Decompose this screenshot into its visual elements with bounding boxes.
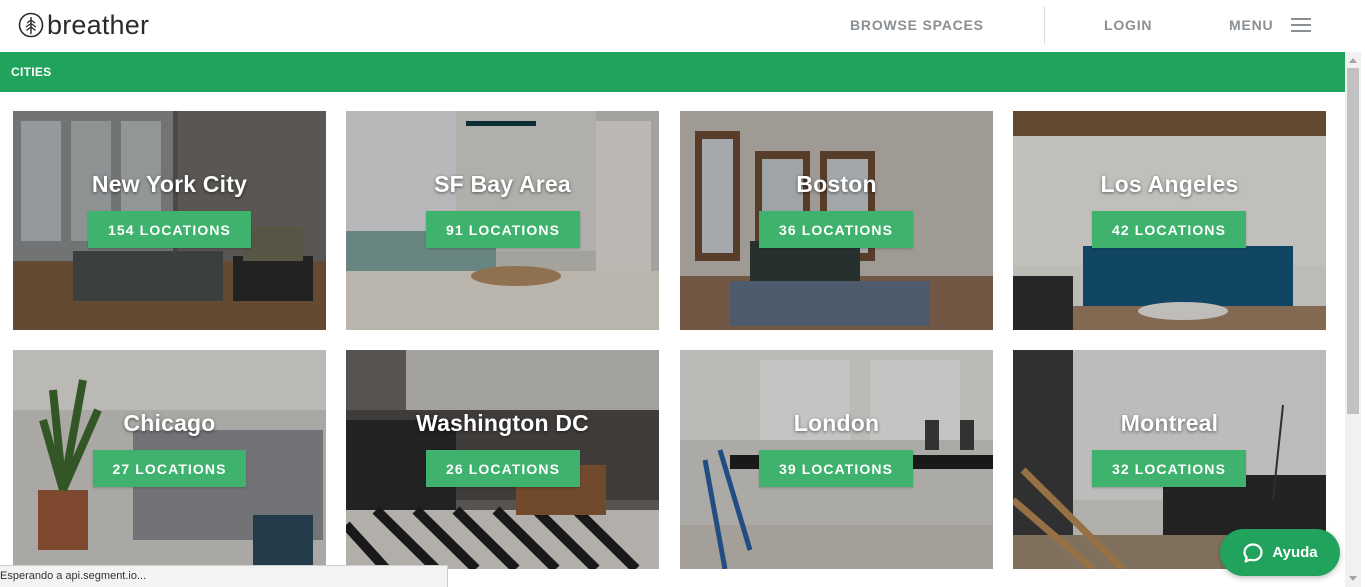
city-name: Washington DC xyxy=(416,410,589,436)
brand-name: breather xyxy=(47,10,150,40)
locations-button[interactable]: 36 LOCATIONS xyxy=(759,211,913,248)
city-card-washington-dc[interactable]: Washington DC 26 LOCATIONS xyxy=(346,350,659,569)
city-name: London xyxy=(793,410,880,436)
city-card-london[interactable]: London 39 LOCATIONS xyxy=(680,350,993,569)
chat-bubble-icon xyxy=(1243,542,1263,563)
nav-login[interactable]: LOGIN xyxy=(1104,17,1152,33)
locations-button[interactable]: 27 LOCATIONS xyxy=(93,450,246,487)
nav-menu-label: MENU xyxy=(1229,17,1274,33)
site-header: breather BROWSE SPACES LOGIN MENU xyxy=(0,0,1345,52)
city-name: Los Angeles xyxy=(1100,171,1239,197)
brand-logo[interactable]: breather xyxy=(18,10,149,40)
city-card-sf-bay-area[interactable]: SF Bay Area 91 LOCATIONS xyxy=(346,111,659,330)
city-card-los-angeles[interactable]: Los Angeles 42 LOCATIONS xyxy=(1013,111,1326,330)
city-name: Boston xyxy=(796,171,877,197)
cities-section-label: CITIES xyxy=(11,65,52,79)
cities-section-bar: CITIES xyxy=(0,52,1345,92)
app-window: breather BROWSE SPACES LOGIN MENU CITIES xyxy=(0,0,1365,587)
scroll-down-arrow-icon[interactable] xyxy=(1349,576,1357,581)
city-card-boston[interactable]: Boston 36 LOCATIONS xyxy=(680,111,993,330)
nav-menu-button[interactable]: MENU xyxy=(1229,17,1312,33)
hamburger-icon xyxy=(1291,18,1312,32)
help-chat-button[interactable]: Ayuda xyxy=(1220,529,1340,576)
city-card-chicago[interactable]: Chicago 27 LOCATIONS xyxy=(13,350,326,569)
vertical-scrollbar[interactable] xyxy=(1345,52,1361,587)
city-name: SF Bay Area xyxy=(434,171,571,197)
scroll-thumb[interactable] xyxy=(1347,68,1359,414)
locations-button[interactable]: 39 LOCATIONS xyxy=(759,450,913,487)
browser-status-bar: Esperando a api.segment.io... xyxy=(0,565,448,587)
help-label: Ayuda xyxy=(1272,544,1318,561)
locations-button[interactable]: 91 LOCATIONS xyxy=(426,211,580,248)
city-name: Montreal xyxy=(1120,410,1219,436)
locations-button[interactable]: 154 LOCATIONS xyxy=(88,211,251,248)
locations-button[interactable]: 32 LOCATIONS xyxy=(1092,450,1246,487)
city-name: Chicago xyxy=(123,410,216,436)
city-name: New York City xyxy=(91,171,248,197)
scroll-up-arrow-icon[interactable] xyxy=(1349,58,1357,63)
nav-divider xyxy=(1044,6,1045,44)
locations-button[interactable]: 42 LOCATIONS xyxy=(1092,211,1246,248)
nav-browse-spaces[interactable]: BROWSE SPACES xyxy=(850,17,984,33)
locations-button[interactable]: 26 LOCATIONS xyxy=(426,450,580,487)
tree-logo-icon xyxy=(18,12,44,38)
city-card-new-york[interactable]: New York City 154 LOCATIONS xyxy=(13,111,326,330)
